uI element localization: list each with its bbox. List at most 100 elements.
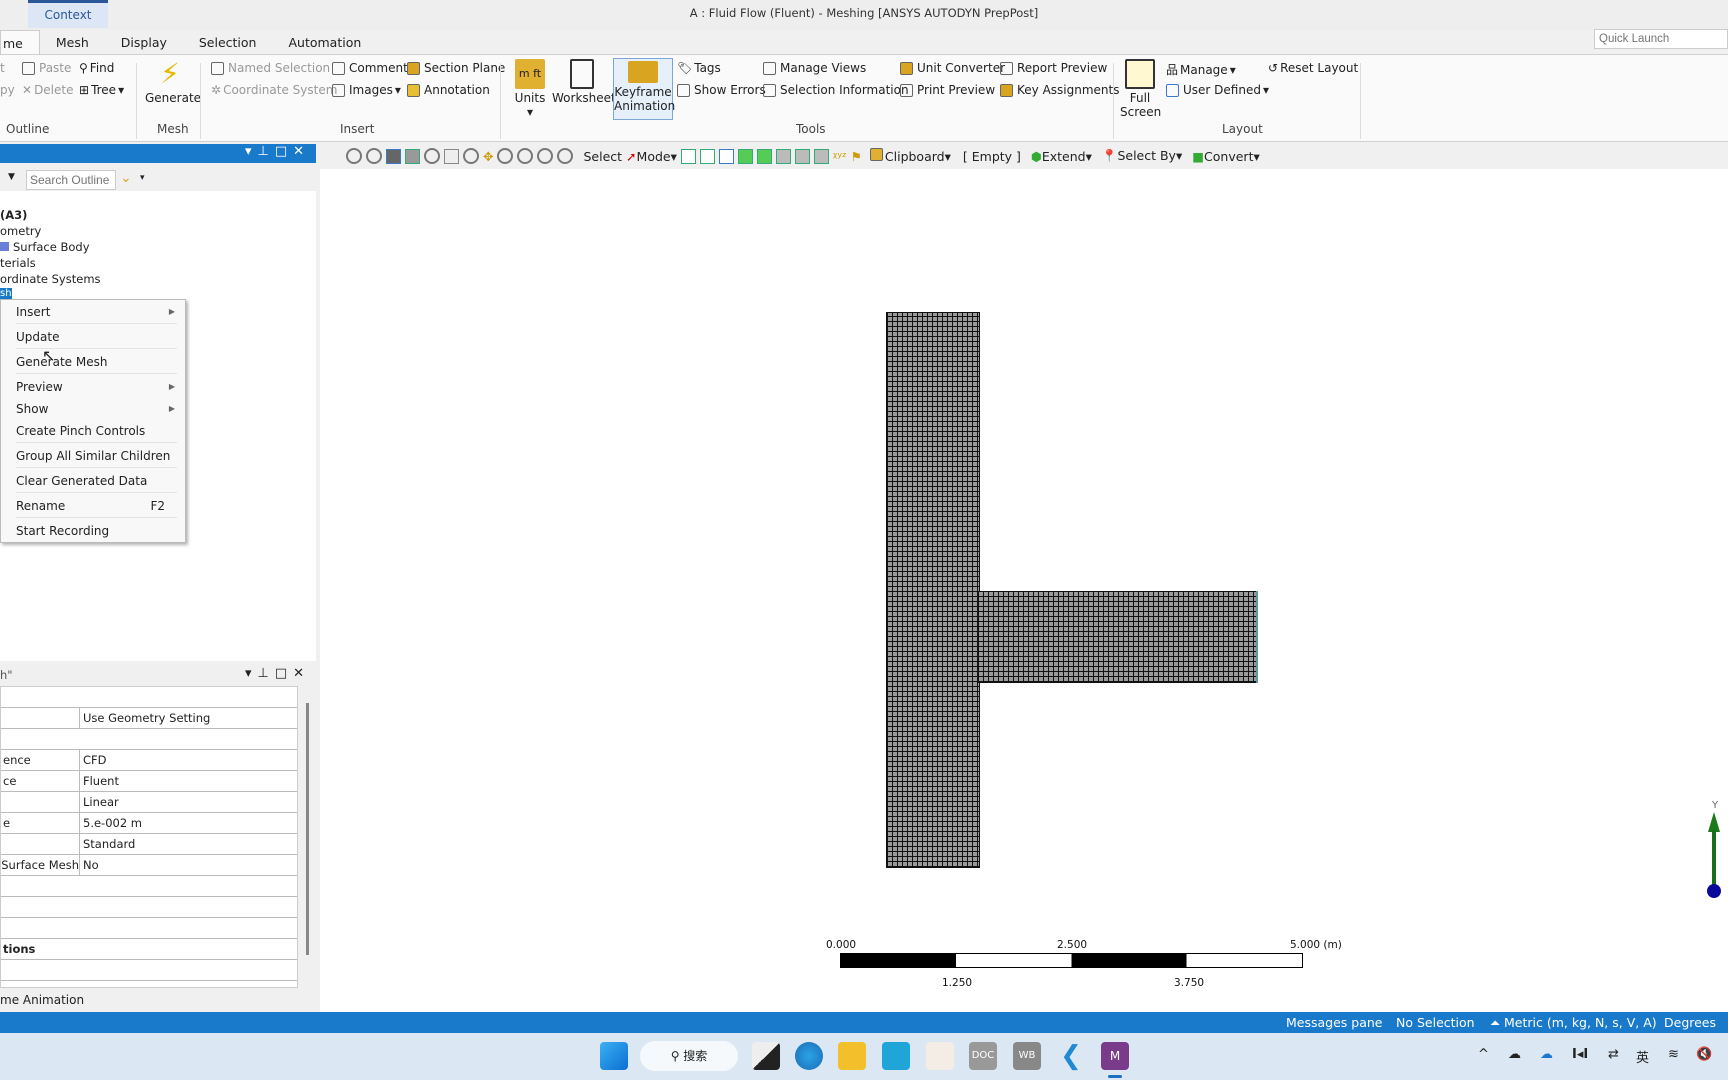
messages-pane-button[interactable]: Messages pane [1286, 1012, 1382, 1033]
select-mesh-icon[interactable] [813, 148, 829, 164]
user-defined-button[interactable]: User Defined ▾ [1166, 83, 1269, 97]
dropdown-icon[interactable]: ▼ [8, 172, 15, 182]
table-row[interactable]: e 5.e-002 m [1, 813, 297, 834]
speaker-muted-icon[interactable]: 🔇 [1696, 1047, 1712, 1062]
key-assignments-button[interactable]: Key Assignments [1000, 83, 1119, 97]
panel-controls[interactable]: ▾⊥□✕ [245, 144, 310, 159]
doc-app-icon[interactable]: DOC [969, 1042, 997, 1070]
onedrive-icon[interactable]: ☁ [1540, 1047, 1553, 1062]
edge-browser-icon[interactable] [795, 1042, 823, 1070]
angle-unit-button[interactable]: Degrees [1664, 1012, 1716, 1033]
clipboard-button[interactable]: Clipboard▾ [869, 148, 951, 164]
iso-view-icon[interactable] [386, 148, 401, 164]
tab-selection[interactable]: Selection [183, 30, 273, 55]
task-view-icon[interactable] [752, 1042, 780, 1070]
property-value[interactable]: No [79, 855, 99, 875]
box-zoom-icon[interactable] [444, 148, 459, 164]
zoom-next-icon[interactable] [366, 148, 382, 164]
cut-button[interactable]: t [0, 61, 5, 75]
tab-keyframe-animation[interactable]: me Animation [0, 990, 316, 1010]
tab-mesh[interactable]: Mesh [40, 30, 105, 55]
ime-indicator[interactable]: 英 [1636, 1047, 1649, 1066]
table-row[interactable]: Use Geometry Setting [1, 708, 297, 729]
manage-button[interactable]: 品 Manage ▾ [1166, 61, 1236, 78]
zoom-previous-icon[interactable] [346, 148, 362, 164]
graphics-viewport[interactable]: 0.000 2.500 5.000 (m) 1.250 3.750 Y [320, 169, 1728, 1012]
unit-system-button[interactable]: ⏶ Metric (m, kg, N, s, V, A) [1490, 1012, 1657, 1033]
menu-item-insert[interactable]: Insert ▶ [16, 300, 177, 324]
app-icon[interactable] [926, 1042, 954, 1070]
tab-home[interactable]: me [0, 30, 40, 55]
table-row[interactable] [1, 876, 297, 897]
menu-item-clear-generated-data[interactable]: Clear Generated Data [16, 469, 177, 493]
menu-item-generate-mesh[interactable]: Generate Mesh [16, 350, 177, 374]
table-row[interactable] [1, 960, 297, 981]
delete-button[interactable]: ✕ Delete [22, 83, 74, 97]
menu-item-start-recording[interactable]: Start Recording [16, 519, 177, 543]
tree-node-materials[interactable]: terials [0, 256, 36, 270]
worksheet-button[interactable]: Worksheet [552, 59, 616, 105]
windows-start-icon[interactable] [600, 1042, 628, 1070]
select-body-icon[interactable] [737, 148, 753, 164]
generate-button[interactable]: ⚡ Generate [145, 59, 201, 106]
tab-display[interactable]: Display [105, 30, 183, 55]
select-vertex-icon[interactable] [680, 148, 696, 164]
menu-item-group-all-similar-children[interactable]: Group All Similar Children [16, 444, 177, 468]
full-screen-button[interactable]: Full Screen [1120, 59, 1161, 119]
taskbar-search[interactable]: ⚲ 搜索 [640, 1041, 738, 1071]
table-row[interactable] [1, 918, 297, 939]
annotation-button[interactable]: Annotation [407, 83, 490, 97]
property-value[interactable]: Linear [79, 792, 119, 812]
section-plane-button[interactable]: Section Plane [407, 61, 505, 75]
manage-views-button[interactable]: Manage Views [763, 61, 866, 75]
label-icon[interactable]: ⚑ [851, 149, 862, 164]
table-row[interactable]: ce Fluent [1, 771, 297, 792]
paste-button[interactable]: Paste [22, 61, 71, 75]
property-value[interactable]: Use Geometry Setting [79, 708, 210, 728]
images-button[interactable]: Images ▾ [332, 83, 401, 97]
menu-item-update[interactable]: Update [16, 325, 177, 349]
table-row[interactable] [1, 729, 297, 750]
zoom-icon[interactable] [497, 148, 514, 164]
select-by-button[interactable]: 📍Select By▾ [1102, 148, 1182, 164]
property-value[interactable]: Standard [79, 834, 135, 854]
select-element-icon[interactable] [794, 148, 810, 164]
coordinate-system-button[interactable]: ✲ Coordinate System [211, 83, 337, 97]
comment-button[interactable]: Comment [332, 61, 408, 75]
keyframe-animation-button[interactable]: Keyframe Animation [613, 58, 675, 120]
select-element-face-icon[interactable] [775, 148, 791, 164]
chevron-down-icon[interactable]: ⌄ [120, 170, 132, 186]
details-scrollbar[interactable] [306, 703, 309, 955]
units-button[interactable]: m ft Units ▾ [510, 59, 550, 119]
vscode-icon[interactable]: ❮ [1057, 1042, 1085, 1070]
display-style-icon[interactable] [424, 148, 440, 164]
table-row[interactable]: Linear [1, 792, 297, 813]
chevron-up-icon[interactable]: ^ [1478, 1047, 1489, 1062]
shaded-icon[interactable] [405, 148, 420, 164]
rotate-icon[interactable] [463, 148, 479, 164]
property-value[interactable]: Fluent [79, 771, 119, 791]
copy-button[interactable]: py [0, 83, 15, 97]
pan-icon[interactable]: ✥ [483, 149, 493, 164]
app-tray-icon[interactable]: I◂I [1572, 1047, 1588, 1062]
reset-layout-button[interactable]: ↺ Reset Layout [1268, 61, 1358, 75]
menu-item-create-pinch-controls[interactable]: Create Pinch Controls [16, 419, 177, 443]
tags-button[interactable]: 🏷 Tags [677, 61, 721, 75]
report-preview-button[interactable]: Report Preview [1000, 61, 1107, 75]
table-row[interactable]: ence CFD [1, 750, 297, 771]
print-preview-button[interactable]: Print Preview [900, 83, 995, 97]
bilibili-icon[interactable] [882, 1042, 910, 1070]
extend-button[interactable]: ⬢Extend▾ [1031, 149, 1092, 164]
cloud-icon[interactable]: ☁ [1508, 1047, 1521, 1062]
named-selection-button[interactable]: Named Selection [211, 61, 330, 75]
file-explorer-icon[interactable] [838, 1042, 866, 1070]
zoom-box-icon[interactable] [517, 148, 534, 164]
quick-launch-input[interactable] [1594, 29, 1728, 49]
tree-node-model[interactable]: (A3) [0, 208, 27, 222]
table-row[interactable]: Standard [1, 834, 297, 855]
axis-triad[interactable]: Y [1692, 800, 1722, 900]
wifi-icon[interactable]: ≋ [1668, 1047, 1679, 1062]
select-node-icon[interactable] [756, 148, 772, 164]
selection-information-button[interactable]: Selection Information [763, 83, 909, 97]
zoom-fit-icon[interactable] [537, 148, 554, 164]
